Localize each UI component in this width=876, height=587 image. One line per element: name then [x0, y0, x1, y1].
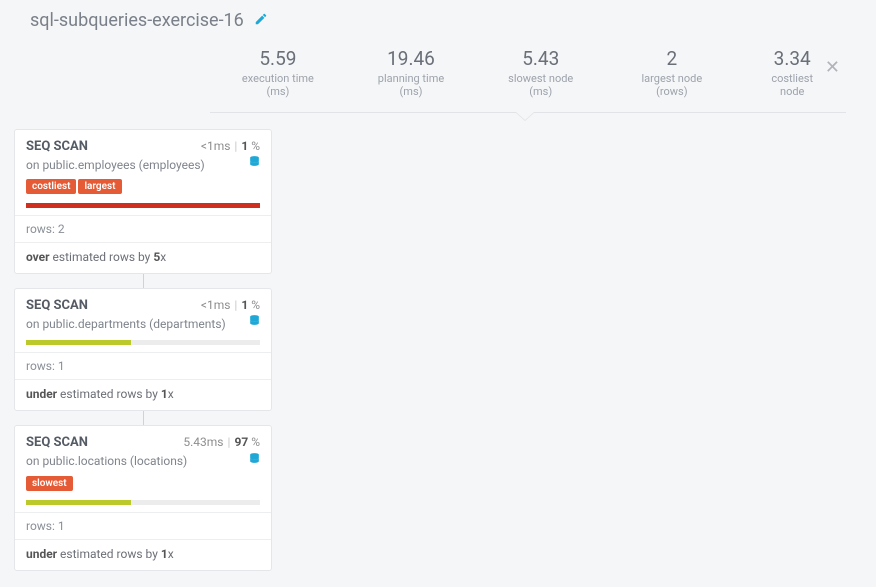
stat-value: 5.43 [496, 47, 585, 70]
close-icon[interactable]: ✕ [825, 57, 840, 78]
cost-bar [26, 203, 260, 208]
node-tags: slowest [15, 475, 271, 497]
node-timing: 5.43ms|97 % [183, 435, 260, 449]
plan-node[interactable]: SEQ SCAN <1ms|1 % on public.departments … [14, 288, 272, 411]
estimate-info: under estimated rows by 1x [15, 539, 271, 570]
stat-label: slowest node (ms) [496, 72, 585, 98]
node-timing: <1ms|1 % [201, 298, 260, 312]
node-subtitle: on public.departments (departments) [26, 316, 260, 332]
header: sql-subqueries-exercise-16 [0, 0, 876, 39]
node-tags: costliestlargest [15, 178, 271, 200]
node-title: SEQ SCAN [26, 139, 88, 154]
plan-node[interactable]: SEQ SCAN 5.43ms|97 % on public.locations… [14, 425, 272, 570]
cost-bar [26, 340, 260, 345]
stat-label: costliest node [758, 72, 826, 98]
node-header: SEQ SCAN <1ms|1 % on public.departments … [15, 289, 271, 337]
cost-bar-fill [26, 340, 131, 345]
rows-info: rows: 1 [15, 512, 271, 539]
estimate-info: under estimated rows by 1x [15, 379, 271, 410]
cost-bar-fill [26, 203, 260, 208]
page-title: sql-subqueries-exercise-16 [30, 10, 244, 31]
tag-slowest: slowest [26, 476, 73, 491]
node-title: SEQ SCAN [26, 298, 88, 313]
stat-value: 3.34 [758, 47, 826, 70]
stat-label: planning time (ms) [366, 72, 456, 98]
node-header: SEQ SCAN 5.43ms|97 % on public.locations… [15, 426, 271, 474]
cost-bar-fill [26, 500, 131, 505]
stat-value: 2 [625, 47, 718, 70]
stat-value: 19.46 [366, 47, 456, 70]
rows-info: rows: 1 [15, 352, 271, 379]
stat-label: execution time (ms) [230, 72, 326, 98]
node-header: SEQ SCAN <1ms|1 % on public.employees (e… [15, 130, 271, 178]
node-connector [143, 274, 144, 288]
cost-bar [26, 500, 260, 505]
node-subtitle: on public.locations (locations) [26, 453, 260, 469]
stat-largest-node[interactable]: 2 largest node (rows) [605, 47, 738, 98]
stats-bar: 5.59 execution time (ms) 19.46 planning … [210, 39, 846, 113]
stat-value: 5.59 [230, 47, 326, 70]
estimate-info: over estimated rows by 5x [15, 242, 271, 273]
node-subtitle: on public.employees (employees) [26, 157, 260, 173]
tag-costliest: costliest [26, 179, 76, 194]
edit-icon[interactable] [254, 12, 268, 30]
node-title: SEQ SCAN [26, 435, 88, 450]
pointer-icon [515, 112, 535, 121]
rows-info: rows: 2 [15, 215, 271, 242]
database-icon [248, 154, 261, 172]
stat-execution-time[interactable]: 5.59 execution time (ms) [210, 47, 346, 98]
stat-label: largest node (rows) [625, 72, 718, 98]
database-icon [248, 313, 261, 331]
stat-slowest-node[interactable]: 5.43 slowest node (ms) [476, 47, 605, 98]
tag-largest: largest [78, 179, 121, 194]
node-connector [143, 411, 144, 425]
plan-node[interactable]: SEQ SCAN <1ms|1 % on public.employees (e… [14, 129, 272, 274]
plan-nodes-container: SEQ SCAN <1ms|1 % on public.employees (e… [0, 113, 876, 587]
stat-planning-time[interactable]: 19.46 planning time (ms) [346, 47, 476, 98]
node-timing: <1ms|1 % [201, 139, 260, 153]
database-icon [248, 451, 261, 469]
